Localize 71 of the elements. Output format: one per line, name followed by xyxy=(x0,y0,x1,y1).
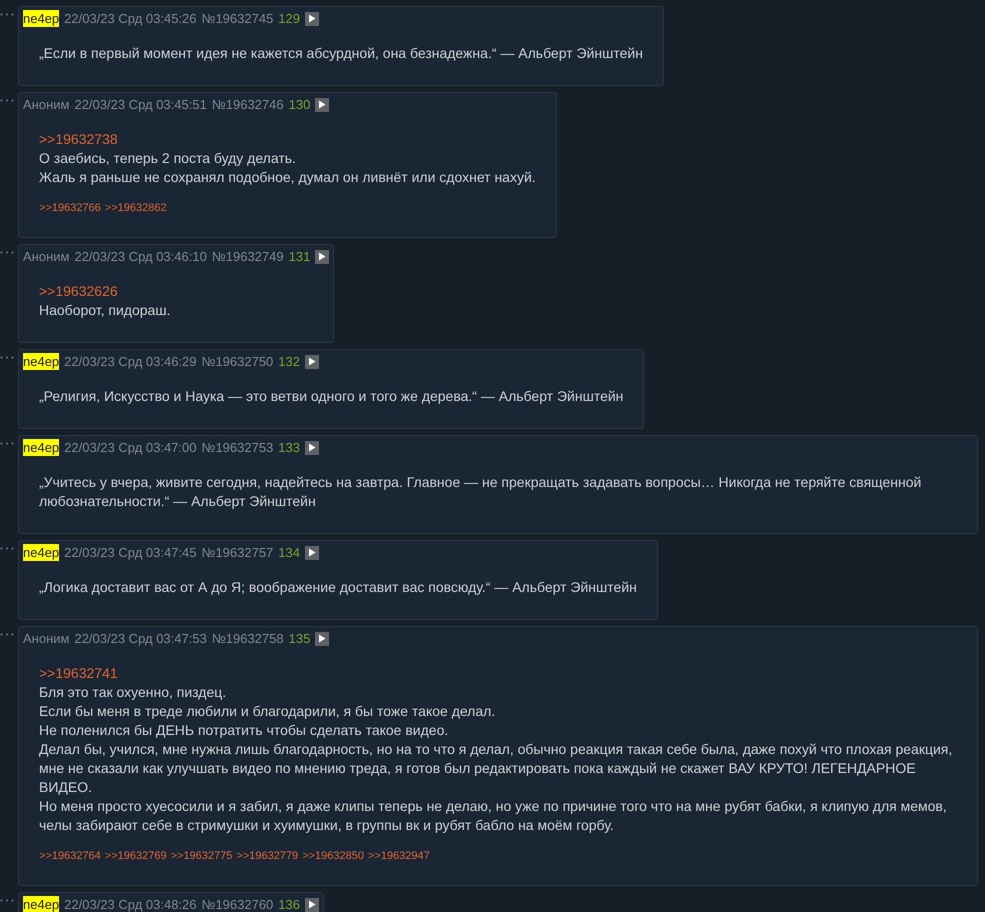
reply-link[interactable]: >>19632741 xyxy=(39,665,118,681)
post-count: 129 xyxy=(278,10,300,27)
post-text: „Логика доставит вас от А до Я; воображение доставит вас повсюду.“ — Альберт Эйнштейн xyxy=(39,578,637,597)
dots-icon[interactable] xyxy=(0,899,14,902)
play-icon[interactable] xyxy=(315,632,330,646)
play-icon[interactable] xyxy=(315,250,330,264)
post-date: 22/03/23 Срд 03:46:10 xyxy=(74,248,207,265)
play-icon[interactable] xyxy=(315,98,330,112)
dots-icon[interactable] xyxy=(0,251,14,254)
play-icon[interactable] xyxy=(305,354,319,368)
play-icon[interactable] xyxy=(305,898,319,912)
backlink[interactable]: >>19632779 xyxy=(236,849,298,863)
post-count: 134 xyxy=(278,544,300,561)
poster-name: Аноним xyxy=(23,630,70,647)
post-text: Жаль я раньше не сохранял подобное, думал он ливнёт или сдохнет нахуй. xyxy=(39,168,536,187)
post-number[interactable]: №19632745 xyxy=(202,10,274,27)
poster-name: Аноним xyxy=(23,248,70,265)
post-text: Бля это так охуенно, пиздец. xyxy=(39,683,228,702)
post-count: 133 xyxy=(278,439,300,456)
post-date: 22/03/23 Срд 03:47:45 xyxy=(64,544,196,561)
poster-name: ne4ep xyxy=(23,896,60,912)
dots-icon[interactable] xyxy=(0,442,14,445)
poster-name: ne4ep xyxy=(23,10,60,27)
post-text: „Учитесь у вчера, живите сегодня, надейтесь на завтра. Главное — не прекращать задавать вопросы… Никогда не теряйте священной любознательности.“ — Альберт Эйнштейн xyxy=(39,473,922,511)
post-count: 130 xyxy=(288,96,310,113)
post-text: Наоборот, пидораш. xyxy=(39,301,172,320)
post-date: 22/03/23 Срд 03:45:26 xyxy=(64,10,196,27)
post-text: Не поленился бы ДЕНЬ потратить чтобы сделать такое видео. xyxy=(39,721,450,740)
post-number[interactable]: №19632758 xyxy=(212,630,284,647)
backlink[interactable]: >>19632775 xyxy=(170,849,232,863)
post-date: 22/03/23 Срд 03:47:53 xyxy=(74,630,207,647)
post-text: „Религия, Искусство и Наука — это ветви одного и того же дерева.“ — Альберт Эйнштейн xyxy=(39,387,624,406)
backlink[interactable]: >>19632862 xyxy=(104,201,167,215)
dots-icon[interactable] xyxy=(0,99,14,102)
post-count: 135 xyxy=(288,630,310,647)
post-text: Если бы меня в треде любили и благодарили, я бы тоже такое делал. xyxy=(39,702,496,721)
reply-link[interactable]: >>19632738 xyxy=(39,131,118,147)
backlink[interactable]: >>19632769 xyxy=(104,849,167,863)
play-icon[interactable] xyxy=(305,12,319,26)
dots-icon[interactable] xyxy=(0,633,14,636)
post-count: 136 xyxy=(278,896,300,912)
post-number[interactable]: №19632757 xyxy=(202,544,274,561)
poster-name: Аноним xyxy=(23,96,70,113)
post-date: 22/03/23 Срд 03:48:26 xyxy=(64,896,196,912)
post-number[interactable]: №19632746 xyxy=(212,96,284,113)
dots-icon[interactable] xyxy=(0,356,14,359)
poster-name: ne4ep xyxy=(23,439,60,456)
post-number[interactable]: №19632753 xyxy=(202,439,274,456)
dots-icon[interactable] xyxy=(0,547,14,550)
play-icon[interactable] xyxy=(305,546,319,560)
post-text: Но меня просто хуесосили и я забил, я даже клипы теперь не делаю, но уже по причине того что на мне рубят бабки, я клипую для мемов, челы забирают себе в стримушки и хуимушки, в группы вк и рубят бабло на моём горбу. xyxy=(39,797,948,835)
backlink[interactable]: >>19632766 xyxy=(39,201,101,215)
post-count: 131 xyxy=(288,248,310,265)
post-date: 22/03/23 Срд 03:46:29 xyxy=(64,353,196,370)
post-text: „Если в первый момент идея не кажется абсурдной, она безнадежна.“ — Альберт Эйнштейн xyxy=(39,44,643,63)
post-number[interactable]: №19632760 xyxy=(202,896,274,912)
poster-name: ne4ep xyxy=(23,353,60,370)
backlink[interactable]: >>19632947 xyxy=(368,849,430,863)
reply-link[interactable]: >>19632626 xyxy=(39,283,118,299)
dots-icon[interactable] xyxy=(0,13,14,16)
post-number[interactable]: №19632750 xyxy=(202,353,274,370)
post-text: О заебись, теперь 2 поста буду делать. xyxy=(39,149,297,168)
backlink[interactable]: >>19632764 xyxy=(39,849,101,863)
post-number[interactable]: №19632749 xyxy=(212,248,284,265)
post-date: 22/03/23 Срд 03:47:00 xyxy=(64,439,196,456)
post-text: Делал бы, учился, мне нужна лишь благодарность, но на то что я делал, обычно реакция такая себе была, даже похуй что плохая реакция, мне не сказали как улучшать видео по мнению треда, я готов был редактировать пока каждый не скажет ВАУ КРУТО! ЛЕГЕНДАРНОЕ ВИДЕО. xyxy=(39,740,954,797)
post-count: 132 xyxy=(278,353,300,370)
backlink[interactable]: >>19632850 xyxy=(302,849,364,863)
poster-name: ne4ep xyxy=(23,544,60,561)
play-icon[interactable] xyxy=(305,440,319,454)
post-date: 22/03/23 Срд 03:45:51 xyxy=(74,96,207,113)
